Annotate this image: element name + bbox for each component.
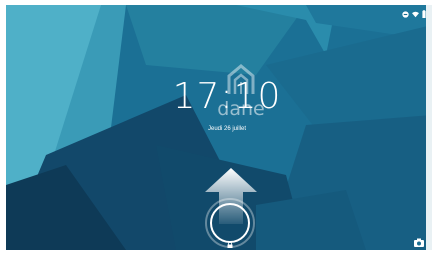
clock-date: Jeudi 26 juillet [207, 126, 247, 132]
wifi-icon [412, 11, 419, 17]
camera-icon[interactable] [414, 238, 424, 247]
do-not-disturb-icon [402, 10, 409, 18]
lock-icon [227, 242, 233, 248]
clock-time: 17:10 [172, 76, 282, 117]
unlock-button[interactable] [210, 203, 250, 243]
device-frame: dane 17:10 Jeudi 26 juillet [0, 0, 438, 257]
lockscreen[interactable]: dane 17:10 Jeudi 26 juillet [6, 5, 432, 250]
battery-icon [422, 10, 426, 18]
status-bar [402, 9, 426, 19]
